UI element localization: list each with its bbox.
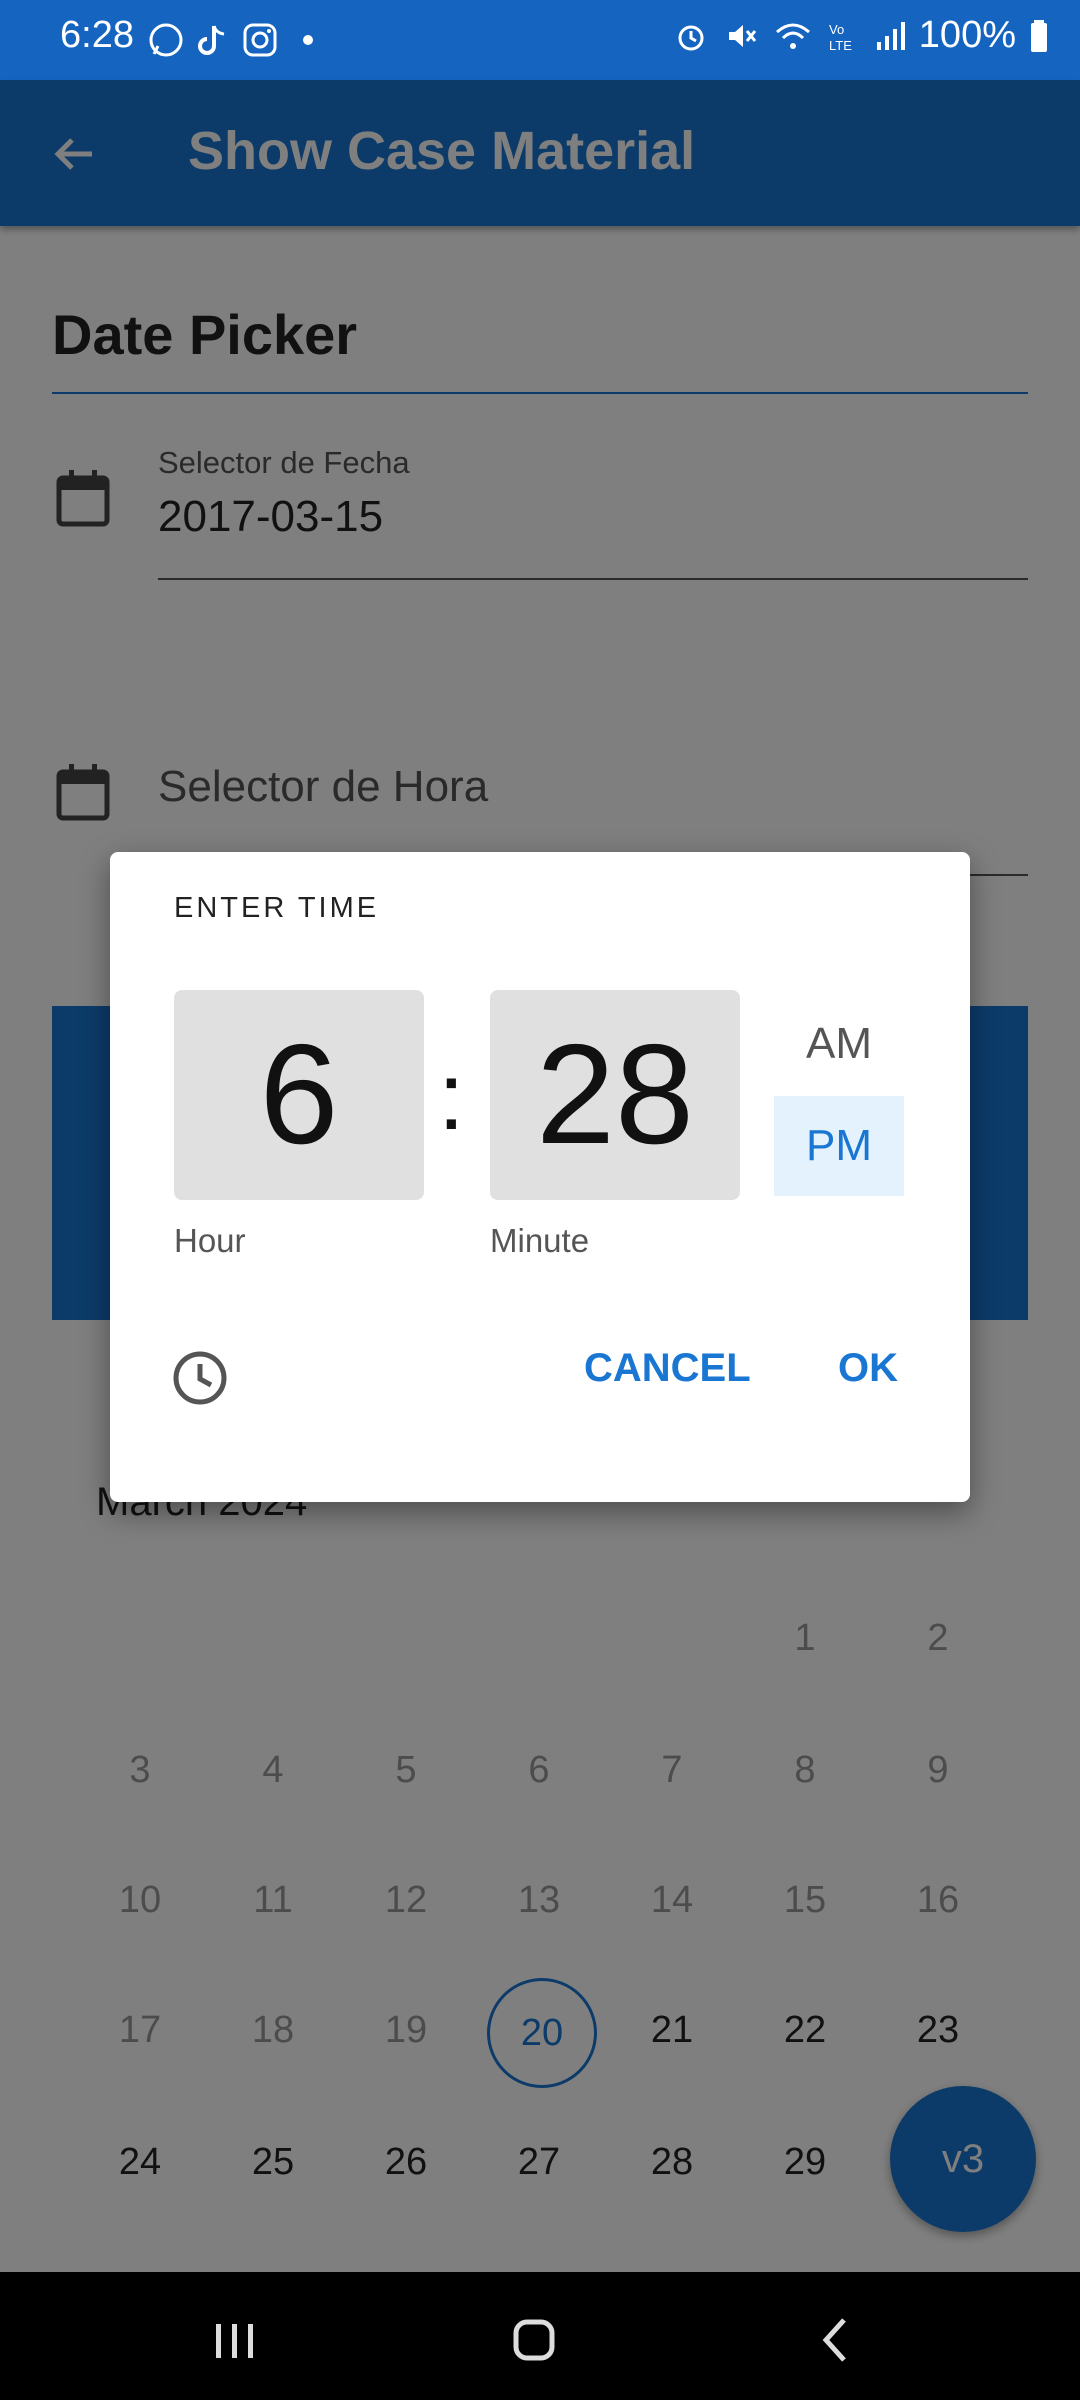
svg-text:LTE: LTE (829, 38, 852, 53)
hour-input[interactable]: 6 (174, 990, 424, 1200)
minute-input[interactable]: 28 (490, 990, 740, 1200)
alarm-icon (678, 25, 704, 50)
am-button[interactable]: AM (774, 1004, 904, 1084)
ok-button[interactable]: OK (838, 1346, 898, 1391)
clock-icon[interactable] (170, 1348, 230, 1408)
minute-label: Minute (490, 1222, 590, 1259)
mute-icon (728, 24, 756, 47)
instagram-icon (243, 23, 277, 57)
time-separator: : (438, 1043, 465, 1150)
wifi-icon (775, 23, 810, 49)
back-icon[interactable] (806, 2310, 866, 2370)
hour-label: Hour (174, 1222, 246, 1259)
battery-icon (1031, 19, 1047, 52)
signal-icon (876, 21, 905, 50)
pm-button[interactable]: PM (774, 1096, 904, 1196)
time-picker-dialog: ENTER TIME 6 : 28 Hour Minute AM PM CANC… (110, 852, 970, 1502)
whatsapp-icon (149, 23, 183, 57)
status-time: 6:28 (60, 14, 134, 56)
status-right-group: Vo LTE 100% (673, 14, 1050, 57)
dot-icon (303, 35, 313, 45)
battery-percent: 100% (918, 14, 1016, 56)
tiktok-icon (198, 25, 225, 55)
dialog-title: ENTER TIME (174, 892, 380, 924)
home-icon[interactable] (504, 2310, 564, 2370)
navigation-bar (0, 2272, 1080, 2400)
cancel-button[interactable]: CANCEL (584, 1346, 751, 1391)
status-bar: 6:28 Vo LTE 100% (0, 0, 1080, 80)
recent-apps-icon[interactable] (204, 2310, 264, 2370)
svg-text:Vo: Vo (829, 22, 844, 37)
volte-icon: VoLTE (829, 22, 852, 53)
